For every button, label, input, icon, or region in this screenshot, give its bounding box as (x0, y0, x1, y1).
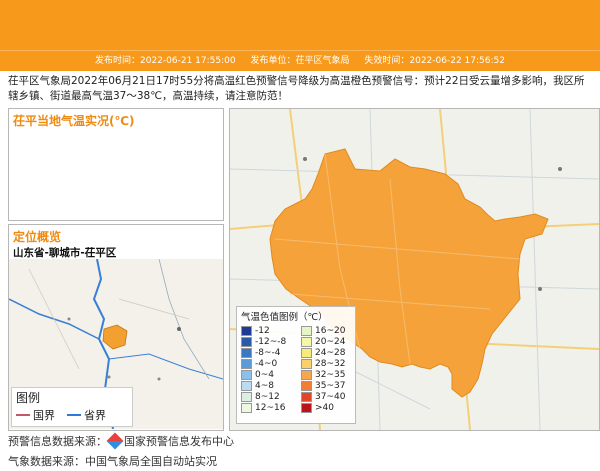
legend-label: -4~0 (255, 358, 278, 369)
legend-item: 24~28 (301, 347, 355, 358)
legend-item: 28~32 (301, 358, 355, 369)
temperature-panel: 茌平当地气温实况(℃) (8, 108, 224, 221)
legend-item: 0~4 (241, 369, 295, 380)
provincial-border-label: 省界 (84, 409, 106, 422)
legend-swatch (301, 380, 312, 391)
legend-swatch (301, 336, 312, 347)
legend-label: 24~28 (315, 347, 346, 358)
legend-item: 12~16 (241, 402, 295, 413)
legend-item: >40 (301, 402, 355, 413)
legend-swatch (241, 391, 252, 402)
legend-label: 20~24 (315, 336, 346, 347)
color-legend-grid: -12 16~20 -12~-8 20~24 -8~-4 24~28 -4~0 28~32 0~… (237, 325, 355, 413)
warning-center-logo-icon (106, 432, 124, 450)
header-banner (0, 0, 600, 50)
legend-label: 32~35 (315, 369, 346, 380)
legend-swatch (301, 325, 312, 336)
legend-label: -8~-4 (255, 347, 281, 358)
legend-item: -12~-8 (241, 336, 295, 347)
legend-item: 35~37 (301, 380, 355, 391)
legend-swatch (301, 358, 312, 369)
national-border-label: 国界 (33, 409, 55, 422)
legend-swatch (241, 347, 252, 358)
legend-item: 20~24 (301, 336, 355, 347)
location-overview-panel: 定位概览 山东省-聊城市-茌平区 图例 国界 省界 (8, 224, 224, 431)
legend-swatch (241, 380, 252, 391)
legend-label: 12~16 (255, 402, 286, 413)
publish-time: 发布时间：2022-06-21 17:55:00 (95, 56, 236, 66)
legend-label: 35~37 (315, 380, 346, 391)
warning-source-line: 预警信息数据来源： 国家预警信息发布中心 (8, 432, 234, 450)
map-legend: 图例 国界 省界 (11, 387, 133, 427)
legend-label: 8~12 (255, 391, 280, 402)
legend-label: 0~4 (255, 369, 274, 380)
provincial-border-icon (67, 414, 81, 416)
legend-label: -12~-8 (255, 336, 287, 347)
legend-swatch (241, 325, 252, 336)
temperature-panel-title: 茌平当地气温实况(℃) (13, 114, 135, 128)
national-border-icon (16, 414, 30, 416)
legend-swatch (241, 402, 252, 413)
publisher: 发布单位：茌平区气象局 (250, 56, 350, 66)
legend-item: 37~40 (301, 391, 355, 402)
legend-label: 16~20 (315, 325, 346, 336)
location-path: 山东省-聊城市-茌平区 (13, 247, 117, 259)
legend-swatch (301, 347, 312, 358)
legend-label: >40 (315, 402, 334, 413)
legend-item: -8~-4 (241, 347, 295, 358)
legend-item: 4~8 (241, 380, 295, 391)
warning-source-label: 预警信息数据来源： (8, 435, 107, 448)
legend-swatch (301, 369, 312, 380)
map-legend-title: 图例 (16, 391, 41, 405)
temperature-color-legend: 气温色值图例（℃） -12 16~20 -12~-8 20~24 -8~-4 24~28-… (236, 306, 356, 424)
legend-swatch (241, 358, 252, 369)
legend-label: -12 (255, 325, 270, 336)
warning-center-link[interactable]: 国家预警信息发布中心 (124, 435, 234, 448)
legend-swatch (301, 402, 312, 413)
legend-swatch (241, 369, 252, 380)
legend-item: -12 (241, 325, 295, 336)
legend-item: 16~20 (301, 325, 355, 336)
location-panel-title: 定位概览 (13, 230, 62, 244)
legend-label: 4~8 (255, 380, 274, 391)
legend-item: 8~12 (241, 391, 295, 402)
warning-meta-bar: 发布时间：2022-06-21 17:55:00 发布单位：茌平区气象局 失效时… (0, 50, 600, 71)
legend-label: 37~40 (315, 391, 346, 402)
expire-time: 失效时间：2022-06-22 17:56:52 (364, 56, 505, 66)
color-legend-title: 气温色值图例（℃） (241, 312, 328, 323)
legend-label: 28~32 (315, 358, 346, 369)
legend-item: -4~0 (241, 358, 295, 369)
legend-swatch (301, 391, 312, 402)
legend-swatch (241, 336, 252, 347)
warning-notice-text: 茌平区气象局2022年06月21日17时55分将高温红色预警信号降级为高温橙色预… (8, 75, 585, 102)
weather-source-line: 气象数据来源：中国气象局全国自动站实况 (8, 455, 217, 468)
legend-item: 32~35 (301, 369, 355, 380)
